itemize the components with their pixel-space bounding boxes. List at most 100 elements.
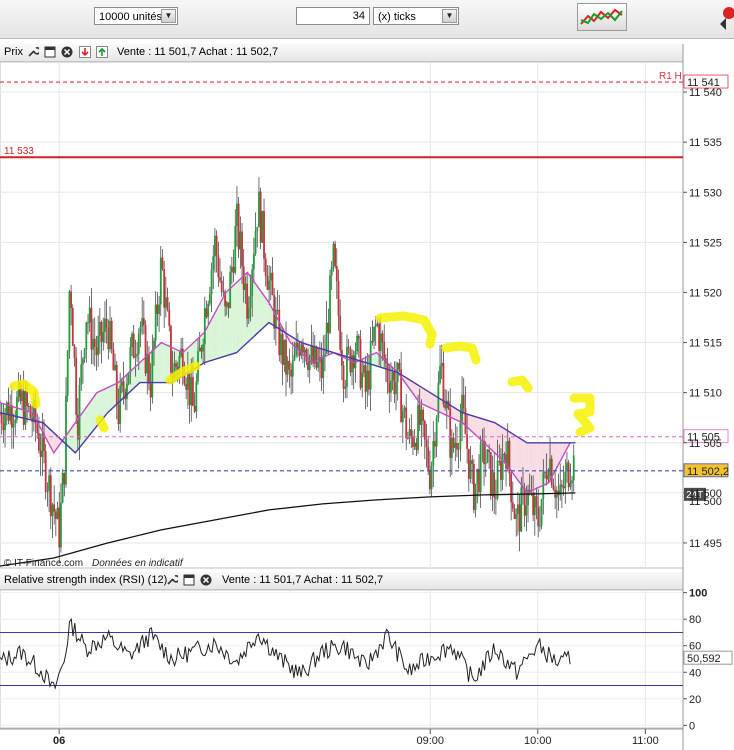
- candle-body: [434, 441, 436, 447]
- candle-body: [401, 411, 404, 423]
- time-tick-label: 10:00: [524, 735, 552, 747]
- candle-body: [374, 323, 377, 327]
- candle-body: [49, 475, 52, 517]
- yellow-highlight-mark: [95, 415, 109, 433]
- candle-body: [27, 406, 30, 408]
- candle-body: [193, 405, 196, 412]
- candle-body: [478, 469, 480, 492]
- candle-body: [252, 253, 255, 270]
- candle-body: [505, 454, 507, 469]
- ma-fill-segment: [258, 288, 262, 332]
- candle-body: [215, 235, 218, 256]
- candle-body: [88, 307, 91, 323]
- price-tick-label: 11 530: [689, 187, 722, 199]
- candle-body: [56, 507, 59, 519]
- candle-body: [339, 315, 342, 350]
- ma-fill-segment: [156, 344, 160, 383]
- candle-body: [562, 486, 565, 489]
- candle-body: [307, 361, 309, 370]
- candle-body: [457, 448, 460, 450]
- candle-body: [168, 309, 171, 326]
- candle-body: [329, 275, 331, 333]
- candle-body: [305, 349, 308, 362]
- candle-body: [39, 450, 42, 457]
- candle-body: [271, 272, 274, 296]
- candle-body: [420, 409, 423, 425]
- candle-body: [422, 409, 425, 421]
- candle-body: [12, 423, 15, 428]
- candle-body: [219, 277, 221, 281]
- price-chart[interactable]: R1 H11 54111 53311 50511 502,224T11 500 …: [0, 0, 734, 750]
- candle-body: [254, 230, 257, 254]
- candle-body: [119, 385, 122, 425]
- candle-body: [115, 364, 118, 405]
- candle-body: [207, 303, 210, 318]
- candle-body: [290, 369, 293, 377]
- price-tick-label: 11 540: [689, 87, 722, 99]
- candle-body: [269, 272, 272, 281]
- candle-body: [276, 309, 279, 311]
- rsi-tick-label: 20: [689, 694, 701, 706]
- ma-fill-segment: [256, 284, 259, 335]
- candle-body: [312, 345, 315, 364]
- ma-fill-segment: [494, 422, 497, 455]
- candle-body: [82, 358, 84, 365]
- candle-body: [342, 365, 345, 389]
- candle-body: [315, 346, 318, 368]
- candle-body: [344, 386, 347, 389]
- rsi-plot-area: [0, 589, 684, 729]
- candle-body: [214, 235, 216, 257]
- candle-body: [472, 464, 475, 510]
- candle-body: [410, 429, 413, 437]
- candle-body: [454, 442, 457, 448]
- candle-body: [494, 497, 497, 499]
- candle-body: [567, 462, 570, 488]
- ma-fill-segment: [515, 435, 518, 481]
- candle-body: [198, 347, 201, 352]
- ma-fill-segment: [107, 386, 110, 414]
- ma-fill-segment: [238, 278, 241, 352]
- candle-body: [334, 243, 337, 267]
- candle-body: [139, 326, 142, 334]
- candle-body: [337, 281, 340, 316]
- candle-body: [425, 439, 428, 448]
- candle-body: [439, 365, 441, 383]
- copyright-text: © IT-Finance.com: [4, 558, 83, 569]
- candle-body: [70, 291, 72, 308]
- candle-body: [85, 322, 88, 350]
- candle-body: [212, 256, 215, 270]
- ma-fill-segment: [536, 442, 539, 489]
- candle-body: [532, 492, 535, 516]
- candle-body: [413, 442, 416, 447]
- candle-body: [428, 470, 431, 490]
- candle-body: [412, 436, 414, 447]
- candle-body: [156, 304, 159, 314]
- ma-fill-segment: [109, 385, 113, 411]
- ma-fill-segment: [434, 395, 437, 411]
- candle-body: [511, 502, 514, 509]
- candle-body: [200, 347, 203, 352]
- candle-body: [285, 339, 287, 375]
- candle-body: [335, 266, 338, 282]
- candle-body: [432, 441, 435, 466]
- candle-body: [256, 227, 259, 231]
- candle-body: [264, 258, 267, 276]
- candle-body: [324, 353, 326, 356]
- candle-body: [227, 302, 230, 308]
- candle-body: [236, 203, 238, 227]
- candle-body: [552, 485, 555, 490]
- candle-body: [38, 433, 40, 451]
- ma-fill-segment: [112, 384, 116, 409]
- ma-fill-segment: [476, 416, 479, 438]
- ma-fill-segment: [486, 420, 490, 448]
- candle-body: [251, 269, 254, 296]
- candle-body: [308, 355, 311, 370]
- candle-body: [538, 525, 541, 527]
- time-tick-label: 11:00: [632, 735, 659, 747]
- ma-fill-segment: [88, 399, 92, 436]
- candle-body: [183, 375, 186, 385]
- candle-body: [220, 280, 223, 292]
- candle-body: [302, 344, 304, 353]
- candle-body: [515, 514, 518, 519]
- candle-body: [104, 318, 106, 333]
